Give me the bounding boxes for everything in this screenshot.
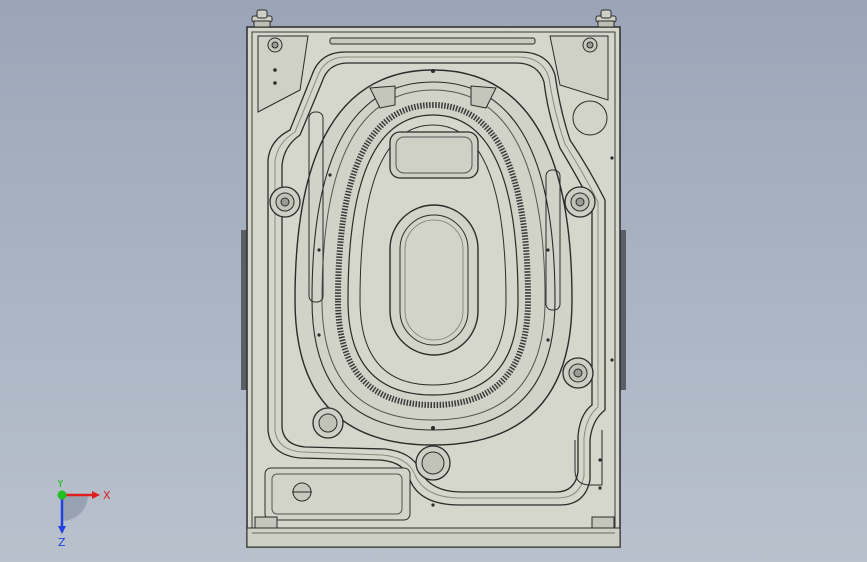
orientation-triad[interactable]: X Y Z: [40, 480, 120, 550]
bottom-right-bracket: [591, 516, 615, 529]
mount-boss-lower-right: [562, 357, 594, 389]
bottom-base-strip: [246, 527, 621, 548]
mount-boss-upper-left: [269, 186, 301, 218]
right-side-edge: [620, 230, 626, 390]
y-axis-dot: [57, 490, 67, 500]
bottom-left-bracket: [254, 516, 278, 529]
y-axis-label: Y: [56, 480, 64, 490]
bottom-left-recess: [264, 467, 411, 521]
top-right-foot: [595, 9, 617, 28]
top-slot: [329, 37, 536, 45]
top-left-foot: [251, 9, 273, 28]
x-axis-head: [92, 491, 100, 499]
z-axis-head: [58, 526, 66, 534]
x-axis-label: X: [103, 489, 111, 502]
mount-boss-bottom-center: [415, 445, 451, 481]
washer-rear-panel-model[interactable]: [0, 0, 867, 562]
rectangular-recess: [389, 131, 479, 179]
right-round-cutout: [572, 100, 608, 136]
cad-viewport[interactable]: X Y Z: [0, 0, 867, 562]
mount-boss-upper-right: [564, 186, 596, 218]
oval-recess-outer: [389, 204, 479, 356]
z-axis-label: Z: [58, 536, 66, 549]
left-side-edge: [241, 230, 247, 390]
mount-boss-lower-left: [312, 407, 344, 439]
triad-shade: [62, 495, 88, 521]
